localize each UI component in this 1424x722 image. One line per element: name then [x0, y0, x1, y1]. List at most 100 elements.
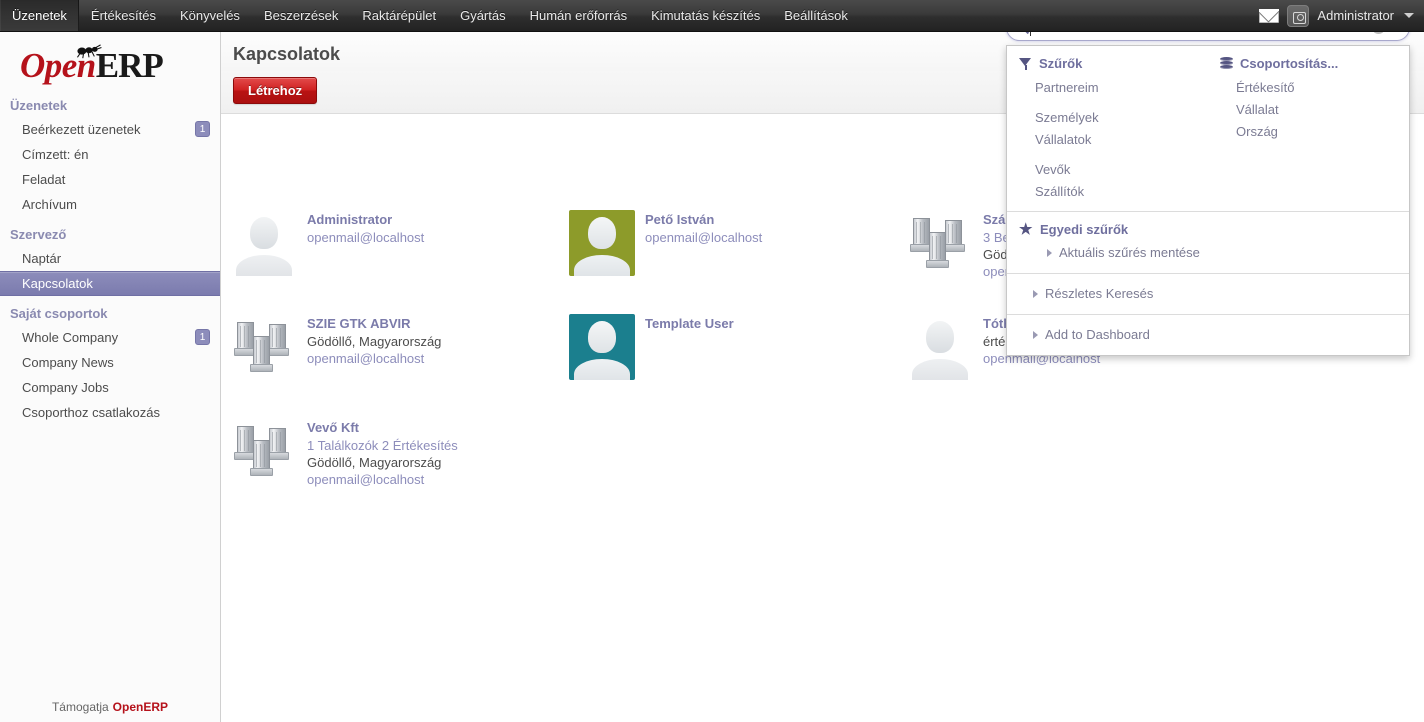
person-avatar-icon — [569, 314, 635, 380]
sidebar-item[interactable]: Címzett: én — [0, 142, 220, 167]
contact-name[interactable]: Vevő Kft — [307, 420, 458, 435]
contact-card[interactable]: SZIE GTK ABVIR Gödöllő, Magyarország openm… — [231, 314, 561, 380]
contact-card-body: Template User — [645, 314, 734, 380]
menu-item-7[interactable]: Kimutatás készítés — [639, 0, 772, 31]
company-avatar-icon — [907, 210, 973, 276]
company-avatar-icon — [231, 314, 297, 380]
sidebar-section-title: Üzenetek — [10, 98, 68, 113]
top-menu-bar: Üzenetek Értékesítés Könyvelés Beszerzések R… — [0, 0, 1424, 32]
sidebar-item[interactable]: Kapcsolatok — [0, 271, 220, 296]
groupby-column: Csoportosítás... Értékesítő Vállalat Orszá… — [1208, 56, 1409, 203]
footer-brand-link[interactable]: OpenERP — [113, 700, 168, 714]
menu-item-3[interactable]: Beszerzések — [252, 0, 350, 31]
sidebar-item-badge: 1 — [195, 329, 210, 345]
add-to-dashboard-section: Add to Dashboard — [1007, 314, 1409, 355]
contact-card[interactable]: Administrator openmail@localhost — [231, 210, 561, 276]
contact-card-body: Administrator openmail@localhost — [307, 210, 424, 276]
sidebar-item-label: Feladat — [22, 172, 66, 187]
contact-detail: Gödöllő, Magyarország — [307, 334, 442, 349]
custom-filters-heading: ★ Egyedi szűrők — [1019, 222, 1409, 237]
sidebar-footer: Támogatja OpenERP — [0, 692, 220, 722]
sidebar-item[interactable]: Naptár — [0, 246, 220, 271]
person-avatar-icon — [231, 210, 297, 276]
layers-icon — [1220, 57, 1233, 70]
sidebar-item-label: Beérkezett üzenetek — [22, 122, 141, 137]
contact-card[interactable]: Template User — [569, 314, 899, 380]
filter-option[interactable]: Szállítók — [1033, 181, 1198, 203]
user-photo-icon[interactable] — [1287, 4, 1310, 27]
advanced-search-section: Részletes Keresés — [1007, 273, 1409, 314]
topbar-user-area: Administrator — [1259, 0, 1424, 31]
save-current-filter-item[interactable]: Aktuális szűrés mentése — [1033, 243, 1409, 263]
sidebar-item[interactable]: Whole Company 1 — [0, 325, 220, 350]
contact-card-body: SZIE GTK ABVIR Gödöllő, Magyarország openm… — [307, 314, 441, 380]
search-dropdown-panel: Szűrők Partnereim Személyek Vállalatok Vevő… — [1006, 45, 1410, 356]
custom-filters-title: Egyedi szűrők — [1040, 222, 1129, 237]
contact-email[interactable]: openmail@localhost — [307, 350, 441, 367]
menu-item-0[interactable]: Üzenetek — [0, 0, 79, 31]
custom-filters-section: ★ Egyedi szűrők Aktuális szűrés mentése — [1007, 211, 1409, 273]
menu-item-1[interactable]: Értékesítés — [79, 0, 168, 31]
filter-icon — [1019, 57, 1032, 70]
add-to-dashboard-label: Add to Dashboard — [1045, 327, 1150, 342]
sidebar-item-label: Company News — [22, 355, 114, 370]
contact-name[interactable]: SZIE GTK ABVIR — [307, 316, 441, 331]
save-current-filter-label: Aktuális szűrés mentése — [1059, 245, 1200, 260]
filters-column: Szűrők Partnereim Személyek Vállalatok Vevő… — [1007, 56, 1208, 203]
sidebar-section-title: Szervező — [10, 227, 67, 242]
contact-name[interactable]: Template User — [645, 316, 734, 331]
footer-text: Támogatja — [51, 700, 109, 714]
chevron-down-icon[interactable] — [1404, 13, 1414, 18]
sidebar-item-badge: 1 — [195, 121, 210, 137]
contact-detail[interactable]: 1 Találkozók 2 Értékesítés — [307, 437, 458, 454]
menu-item-6[interactable]: Humán erőforrás — [518, 0, 640, 31]
contact-name[interactable]: Administrator — [307, 212, 424, 227]
filter-option[interactable]: Vállalatok — [1033, 129, 1198, 151]
sidebar-item[interactable]: Company News — [0, 350, 220, 375]
sidebar-item[interactable]: Feladat — [0, 167, 220, 192]
menu-item-2[interactable]: Könyvelés — [168, 0, 252, 31]
filter-options: Partnereim Személyek Vállalatok Vevők Szállí… — [1033, 77, 1198, 203]
groupby-heading: Csoportosítás... — [1220, 56, 1399, 71]
groupby-options: Értékesítő Vállalat Ország — [1234, 77, 1399, 143]
sidebar-item-label: Archívum — [22, 197, 77, 212]
envelope-icon[interactable] — [1259, 8, 1280, 23]
sidebar-item[interactable]: Archívum — [0, 192, 220, 217]
contact-card[interactable]: Vevő Kft 1 Találkozók 2 Értékesítés Gödöll… — [231, 418, 561, 488]
groupby-option[interactable]: Vállalat — [1234, 99, 1399, 121]
company-avatar-icon — [231, 418, 297, 484]
create-button[interactable]: Létrehoz — [233, 77, 318, 104]
contact-email[interactable]: openmail@localhost — [645, 229, 762, 246]
groupby-title: Csoportosítás... — [1240, 56, 1339, 71]
filter-option[interactable]: Vevők — [1033, 159, 1198, 181]
groupby-option[interactable]: Értékesítő — [1234, 77, 1399, 99]
filter-option[interactable]: Partnereim — [1033, 77, 1198, 99]
menu-item-8[interactable]: Beállítások — [772, 0, 860, 31]
sidebar-section-title: Saját csoportok — [10, 306, 108, 321]
menu-item-4[interactable]: Raktárépület — [350, 0, 448, 31]
person-avatar-icon — [569, 210, 635, 276]
menu-item-5[interactable]: Gyártás — [448, 0, 518, 31]
contact-email[interactable]: openmail@localhost — [307, 229, 424, 246]
sidebar-item[interactable]: Beérkezett üzenetek 1 — [0, 117, 220, 142]
chevron-right-icon — [1033, 331, 1038, 339]
add-to-dashboard-item[interactable]: Add to Dashboard — [1033, 325, 1409, 345]
dropdown-columns: Szűrők Partnereim Személyek Vállalatok Vevő… — [1007, 46, 1409, 211]
sidebar-item[interactable]: Company Jobs — [0, 375, 220, 400]
search-area: Szűrők Partnereim Személyek Vállalatok Vevő… — [1006, 14, 1410, 356]
main-menu: Üzenetek Értékesítés Könyvelés Beszerzések R… — [0, 0, 860, 31]
contact-card[interactable]: Pető István openmail@localhost — [569, 210, 899, 276]
contact-name[interactable]: Pető István — [645, 212, 762, 227]
groupby-option[interactable]: Ország — [1234, 121, 1399, 143]
sidebar-item[interactable]: Csoporthoz csatlakozás — [0, 400, 220, 425]
user-menu-label[interactable]: Administrator — [1317, 8, 1394, 23]
contact-email[interactable]: openmail@localhost — [307, 471, 458, 488]
sidebar-item-label: Naptár — [22, 251, 62, 266]
openerp-logo[interactable]: OpenERP — [0, 32, 220, 88]
sidebar-item-label: Company Jobs — [22, 380, 109, 395]
advanced-search-item[interactable]: Részletes Keresés — [1033, 284, 1409, 304]
filters-title: Szűrők — [1039, 56, 1083, 71]
filter-option[interactable]: Személyek — [1033, 107, 1198, 129]
sidebar-item-label: Csoporthoz csatlakozás — [22, 405, 161, 420]
star-icon: ★ — [1019, 221, 1033, 238]
